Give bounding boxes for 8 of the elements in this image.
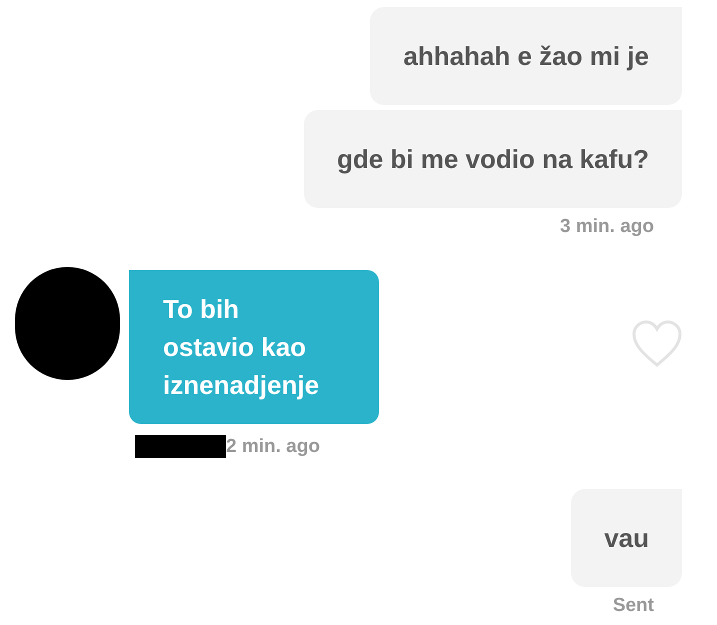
- timestamp: 3 min. ago: [560, 215, 654, 239]
- timestamp: 2 min. ago: [226, 434, 320, 458]
- message-bubble: vau: [571, 489, 682, 587]
- heart-icon[interactable]: [631, 320, 683, 368]
- message-bubble: gde bi me vodio na kafu?: [304, 110, 682, 208]
- message-bubble: To bih ostavio kao iznenadjenje: [129, 270, 380, 424]
- timestamp: Sent: [612, 594, 654, 618]
- message-bubble: ahhahah e žao mi je: [370, 7, 682, 105]
